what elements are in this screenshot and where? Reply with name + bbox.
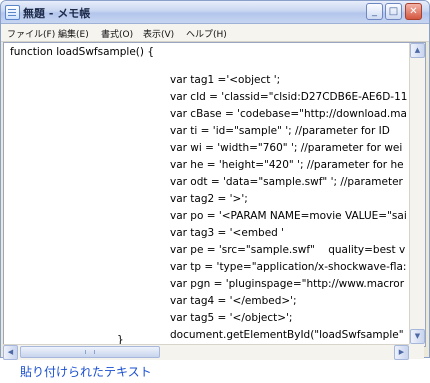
scroll-down-icon[interactable]: ▼ <box>410 329 425 344</box>
code-line: var tag5 = '</object>'; <box>170 312 293 324</box>
menu-edit[interactable]: 編集(E) <box>58 27 89 40</box>
code-line: var tag3 = '<embed ' <box>170 227 285 239</box>
horizontal-scroll-thumb[interactable] <box>20 346 160 358</box>
code-line: var tag1 ='<object '; <box>170 74 281 86</box>
menu-help[interactable]: ヘルプ(H) <box>186 27 227 40</box>
minimize-button[interactable]: _ <box>366 3 383 20</box>
code-line: document.getElementById("loadSwfsample" <box>170 329 404 341</box>
code-line: var cId = 'classid="clsid:D27CDB6E-AE6D-… <box>170 91 408 103</box>
code-line: var odt = 'data="sample.swf" '; //parame… <box>170 176 403 188</box>
menu-file[interactable]: ファイル(F) <box>7 27 55 40</box>
text-editor[interactable]: function loadSwfsample() { var tag1 ='<o… <box>3 42 426 347</box>
scroll-right-icon[interactable]: ▶ <box>394 345 409 360</box>
notepad-icon[interactable] <box>5 5 20 20</box>
scroll-left-icon[interactable]: ◀ <box>3 345 18 360</box>
menu-view[interactable]: 表示(V) <box>143 27 174 40</box>
menu-format[interactable]: 書式(O) <box>101 27 133 40</box>
code-line: var cBase = 'codebase="http://download.m… <box>170 108 407 120</box>
close-button[interactable]: ✕ <box>405 3 422 20</box>
code-line: var ti = 'id="sample" '; //parameter for… <box>170 125 390 137</box>
code-line: var pgn = 'pluginspage="http://www.macro… <box>170 278 405 290</box>
code-line: var tp = 'type="application/x-shockwave-… <box>170 261 407 273</box>
code-line: var wi = 'width="760" '; //parameter for… <box>170 142 403 154</box>
window-title: 無題 - メモ帳 <box>23 7 91 20</box>
code-line: var he = 'height="420" '; //parameter fo… <box>170 159 404 171</box>
code-line: var tag2 = '>'; <box>170 193 248 205</box>
maximize-button[interactable]: □ <box>385 3 402 20</box>
scroll-up-icon[interactable]: ▲ <box>410 43 425 58</box>
code-line: var tag4 = '</embed>'; <box>170 295 297 307</box>
horizontal-scrollbar[interactable]: ◀ ▶ <box>3 344 409 360</box>
code-line: var po = '<PARAM NAME=movie VALUE="sai <box>170 210 407 222</box>
vertical-scrollbar[interactable]: ▲ ▼ <box>409 43 425 346</box>
resize-grip[interactable] <box>409 344 424 359</box>
code-line: function loadSwfsample() { <box>10 46 155 58</box>
code-line: var pe = 'src="sample.swf" quality=best … <box>170 244 406 256</box>
menu-bar: ファイル(F) 編集(E) 書式(O) 表示(V) ヘルプ(H) <box>1 24 429 42</box>
title-bar[interactable]: 無題 - メモ帳 _ □ ✕ <box>1 1 429 24</box>
caption-text: 貼り付けられたテキスト <box>20 365 152 379</box>
